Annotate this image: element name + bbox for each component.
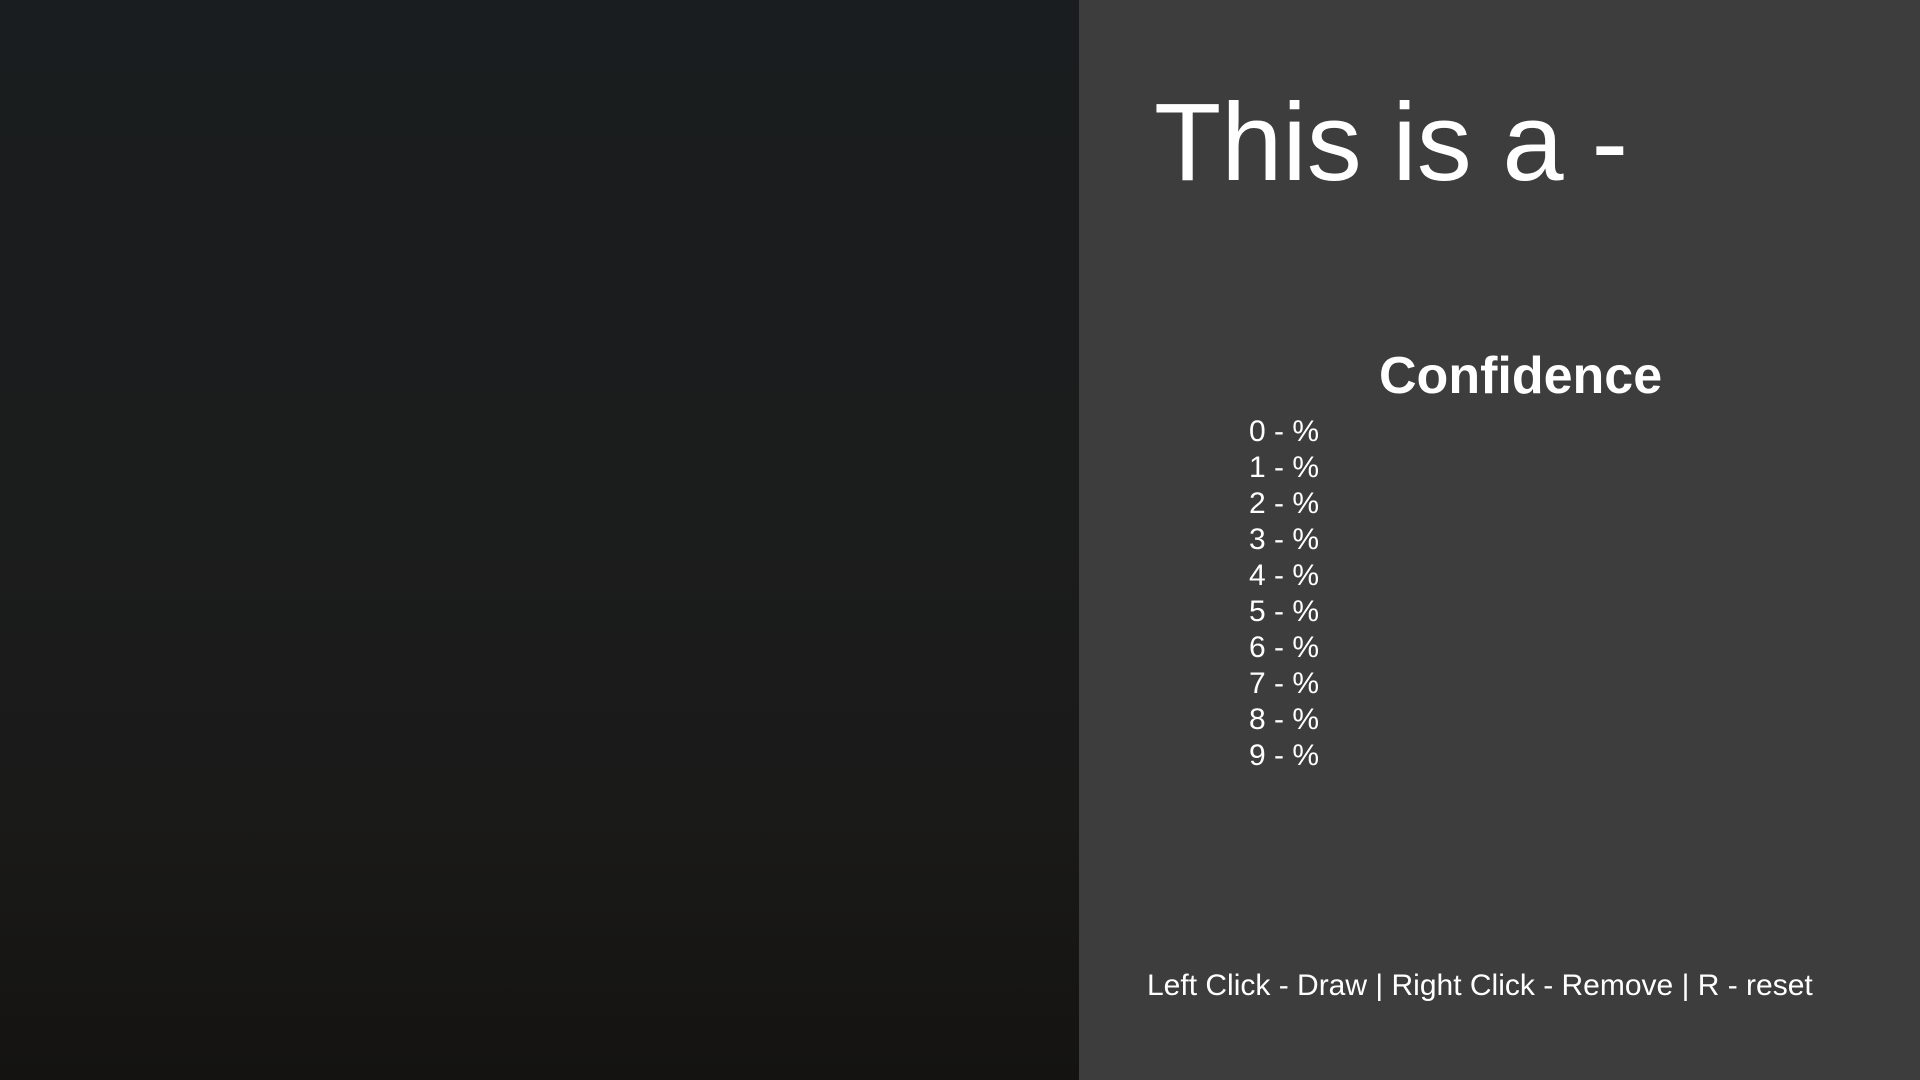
- prediction-label: This is a: [1154, 81, 1564, 204]
- confidence-item-8: 8 - %: [1249, 703, 1320, 736]
- prediction-value: -: [1591, 81, 1629, 204]
- confidence-item-1: 1 - %: [1249, 451, 1320, 484]
- confidence-title: Confidence: [1379, 347, 1663, 405]
- controls-hint: Left Click - Draw | Right Click - Remove…: [1147, 969, 1813, 1002]
- confidence-item-5: 5 - %: [1249, 595, 1320, 628]
- confidence-list: 0 - % 1 - % 2 - % 3 - % 4 - % 5 - % 6 - …: [1249, 414, 1319, 774]
- confidence-item-4: 4 - %: [1249, 559, 1320, 592]
- digit-recognizer-app: This is a- Confidence 0 - % 1 - % 2 - % …: [0, 0, 1920, 1080]
- prediction-heading: This is a-: [1154, 78, 1628, 208]
- confidence-item-9: 9 - %: [1249, 739, 1320, 772]
- confidence-item-7: 7 - %: [1249, 667, 1320, 700]
- confidence-item-6: 6 - %: [1249, 631, 1320, 664]
- confidence-item-3: 3 - %: [1249, 523, 1320, 556]
- results-panel: This is a- Confidence 0 - % 1 - % 2 - % …: [1079, 0, 1920, 1080]
- confidence-item-0: 0 - %: [1249, 415, 1320, 448]
- drawing-canvas[interactable]: [0, 0, 1079, 1080]
- confidence-item-2: 2 - %: [1249, 487, 1320, 520]
